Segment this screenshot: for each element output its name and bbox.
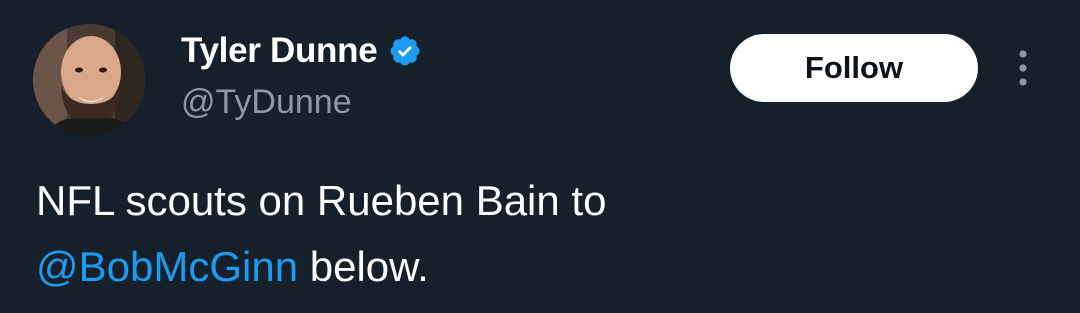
tweet-text-tail: below. bbox=[298, 243, 429, 290]
avatar[interactable] bbox=[33, 24, 145, 136]
more-vertical-icon bbox=[1019, 50, 1027, 86]
tweet-text-line: NFL scouts on Rueben Bain to bbox=[36, 177, 607, 224]
author-display-name[interactable]: Tyler Dunne bbox=[181, 29, 378, 73]
author-name-row: Tyler Dunne bbox=[181, 29, 422, 73]
tweet-card: Tyler Dunne @TyDunne Follow NFL scouts o… bbox=[0, 0, 1080, 313]
more-options-button[interactable] bbox=[1006, 46, 1040, 90]
avatar-image bbox=[33, 24, 145, 136]
author-handle[interactable]: @TyDunne bbox=[181, 80, 352, 124]
mention-link[interactable]: @BobMcGinn bbox=[36, 243, 298, 290]
follow-button[interactable]: Follow bbox=[730, 34, 978, 102]
verified-badge-icon bbox=[388, 34, 422, 68]
tweet-text: NFL scouts on Rueben Bain to @BobMcGinn … bbox=[36, 168, 1036, 300]
